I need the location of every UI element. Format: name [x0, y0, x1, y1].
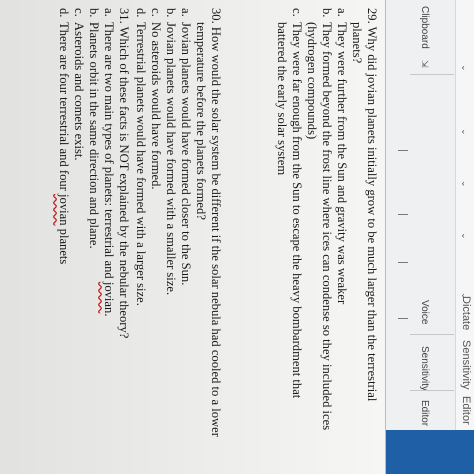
- question-number: 31.: [117, 8, 131, 24]
- option-text: Jovian planets would have formed closer …: [179, 22, 193, 286]
- spelling-error[interactable]: jovian: [102, 282, 116, 313]
- question-stem-continued: planets?: [350, 22, 364, 64]
- option-text: Planets orbit in the same direction and …: [87, 22, 101, 249]
- option-letter: b.: [87, 8, 101, 18]
- chevron-down-icon[interactable]: ⌄: [459, 180, 470, 188]
- ribbon-tick: [398, 214, 408, 215]
- sensitivity-button[interactable]: Sensitivity: [460, 340, 472, 390]
- option-letter: b.: [320, 8, 334, 18]
- option-text-continued: battered the early solar system: [275, 22, 289, 176]
- option-letter: c.: [72, 8, 86, 17]
- option-letter: a.: [335, 8, 349, 17]
- question-stem: How would the solar system be different …: [209, 26, 223, 437]
- side-panel-accent: [386, 430, 474, 474]
- option-text: There are two main types of planets: ter…: [102, 22, 116, 317]
- option-letter: b.: [164, 8, 178, 18]
- clipboard-group-label: Clipboard: [419, 6, 430, 49]
- option-letter: d.: [134, 8, 148, 18]
- option-letter: d.: [57, 8, 71, 18]
- group-divider: [410, 390, 454, 391]
- ribbon-tick: [398, 318, 408, 319]
- group-divider: [410, 334, 454, 335]
- option-letter: c.: [290, 8, 304, 17]
- option-letter: a.: [102, 8, 116, 17]
- option-text: Terrestrial planets would have formed wi…: [134, 22, 148, 306]
- group-divider: [410, 74, 454, 75]
- chevron-down-icon[interactable]: ⌄: [459, 128, 470, 136]
- question-number: 30.: [209, 8, 223, 24]
- question-stem-continued: temperature before the planets formed?: [194, 22, 208, 220]
- option-text: Jovian planets would have formed with a …: [164, 22, 178, 296]
- chevron-down-icon[interactable]: ⌄: [459, 232, 470, 240]
- option-text: No asteroids would have formed.: [149, 22, 163, 190]
- voice-group-label: Voice: [419, 300, 430, 325]
- option-text: They were far enough from the Sun to esc…: [290, 22, 304, 399]
- ribbon-toolbar: ⌄ ⌄ ⌄ ⌄ ⌄ Clipboard ⇲ Dictate Voice Sens…: [385, 0, 474, 474]
- option-text: They formed beyond the frost line where …: [320, 22, 334, 431]
- dictate-button[interactable]: Dictate: [460, 296, 472, 330]
- option-letter: c.: [149, 8, 163, 17]
- option-text: Asteroids and comets exist.: [72, 22, 86, 161]
- option-text: There are four terrestrial and four jovi…: [57, 22, 71, 265]
- chevron-down-icon[interactable]: ⌄: [459, 64, 470, 72]
- question-number: 29.: [365, 8, 379, 24]
- sensitivity-group-label: Sensitivity: [419, 346, 430, 392]
- question-stem: Which of these facts is NOT explained by…: [117, 26, 131, 339]
- ribbon-tick: [398, 262, 408, 263]
- editor-group-label: Editor: [419, 400, 430, 427]
- editor-button[interactable]: Editor: [460, 396, 472, 425]
- option-letter: a.: [179, 8, 193, 17]
- dialog-launcher-icon[interactable]: ⇲: [419, 60, 430, 68]
- ribbon-tick: [398, 150, 408, 151]
- option-text: They were further from the Sun and gravi…: [335, 22, 349, 305]
- option-text-continued: (hydrogen compounds): [305, 22, 319, 140]
- document-page[interactable]: 29. Why did jovian planets initially gro…: [0, 0, 385, 474]
- question-stem: Why did jovian planets initially grow to…: [365, 26, 379, 402]
- spelling-error[interactable]: jovian: [57, 194, 71, 225]
